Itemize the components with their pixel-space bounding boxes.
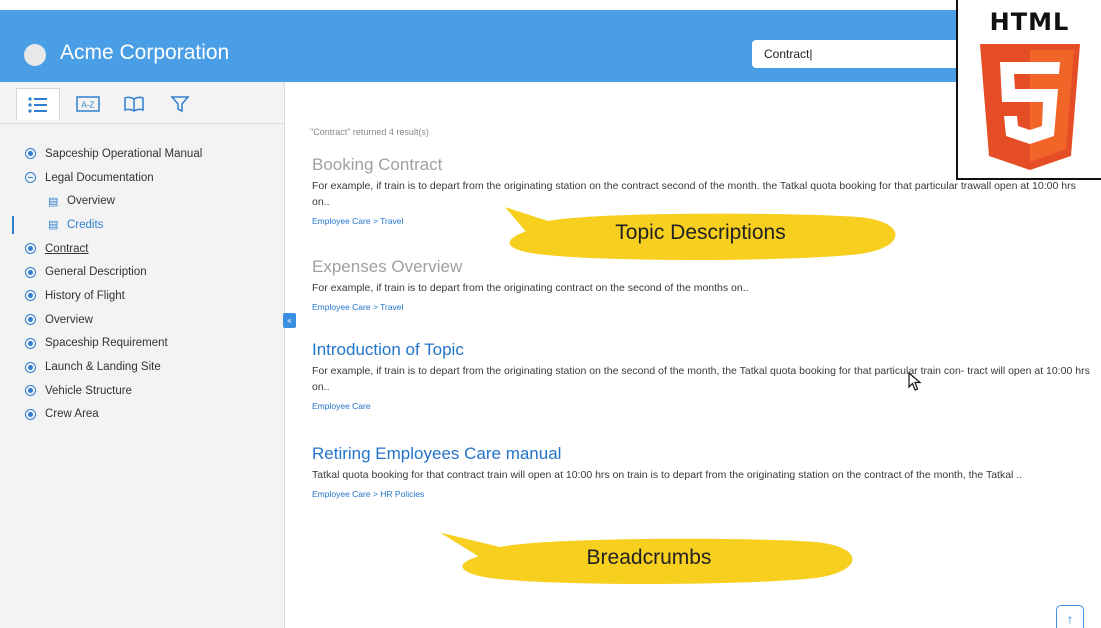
toc-list-icon (28, 96, 47, 113)
window-top-strip (0, 0, 1101, 10)
expand-icon[interactable] (25, 385, 36, 397)
toc-item[interactable]: History of Flight (0, 284, 285, 308)
sidebar: A-Z Sapceship Operational Manual Legal D… (0, 82, 285, 628)
brand-name: Acme Corporation (60, 41, 230, 64)
callout-label: Topic Descriptions (615, 221, 786, 244)
tab-filter[interactable] (158, 88, 202, 120)
tab-toc[interactable] (16, 88, 60, 120)
topic-descriptions-callout: Topic Descriptions (488, 203, 913, 265)
expand-icon[interactable] (25, 361, 36, 373)
glossary-book-icon (124, 96, 144, 112)
toc-item[interactable]: Vehicle Structure (0, 379, 285, 403)
topic-doc-icon: ▤ (48, 195, 59, 208)
toc-item[interactable]: Legal Documentation (0, 166, 285, 190)
toc-item[interactable]: General Description (0, 260, 285, 284)
breadcrumb[interactable]: Employee Care > Travel (312, 302, 1092, 312)
callout-label: Breadcrumbs (586, 546, 712, 569)
toc-item[interactable]: Contract (0, 237, 285, 261)
toc-subitem[interactable]: ▤ Overview (0, 189, 285, 213)
toc-item[interactable]: Spaceship Requirement (0, 332, 285, 356)
search-result: Expenses Overview For example, if train … (312, 257, 1092, 312)
expand-icon[interactable] (25, 337, 36, 349)
toc-item[interactable]: Overview (0, 308, 285, 332)
result-title-link[interactable]: Retiring Employees Care manual (312, 444, 1092, 464)
expand-icon[interactable] (25, 290, 36, 302)
search-input[interactable] (752, 40, 962, 68)
breadcrumb[interactable]: Employee Care > HR Policies (312, 489, 1092, 499)
collapse-icon[interactable] (25, 172, 36, 184)
a-z-index-icon: A-Z (76, 96, 100, 112)
mouse-cursor-icon (908, 372, 922, 391)
expand-icon[interactable] (25, 314, 36, 326)
result-title-link[interactable]: Introduction of Topic (312, 340, 1092, 360)
scroll-to-top-button[interactable]: ↑ (1056, 605, 1084, 628)
search-result: Introduction of Topic For example, if tr… (312, 340, 1092, 411)
toc-item[interactable]: Crew Area (0, 403, 285, 427)
sidebar-tabbar: A-Z (0, 82, 285, 124)
toc-subitem-selected[interactable]: ▤ Credits (0, 213, 285, 237)
filter-icon (170, 96, 190, 113)
result-title-link[interactable]: Booking Contract (312, 155, 1092, 175)
svg-text:A-Z: A-Z (82, 101, 95, 110)
breadcrumbs-callout: Breadcrumbs (430, 526, 868, 588)
tab-index[interactable]: A-Z (66, 88, 110, 120)
toc-item[interactable]: Sapceship Operational Manual (0, 142, 285, 166)
expand-icon[interactable] (25, 408, 36, 420)
result-description: For example, if train is to depart from … (312, 282, 749, 294)
result-description: For example, if train is to depart from … (312, 365, 1090, 393)
search-result: Retiring Employees Care manual Tatkal qu… (312, 444, 1092, 499)
tab-glossary[interactable] (112, 88, 156, 120)
expand-icon[interactable] (25, 243, 36, 255)
topic-doc-icon: ▤ (48, 219, 59, 232)
expand-icon[interactable] (25, 266, 36, 278)
toc-tree: Sapceship Operational Manual Legal Docum… (0, 142, 285, 426)
toc-item[interactable]: Launch & Landing Site (0, 355, 285, 379)
result-description: Tatkal quota booking for that contract t… (312, 469, 1023, 481)
results-summary: "Contract" returned 4 result(s) (310, 127, 429, 137)
html5-label: HTML (989, 8, 1070, 36)
brand-logo-icon (24, 44, 46, 66)
expand-icon[interactable] (25, 148, 36, 160)
breadcrumb[interactable]: Employee Care (312, 401, 1092, 411)
